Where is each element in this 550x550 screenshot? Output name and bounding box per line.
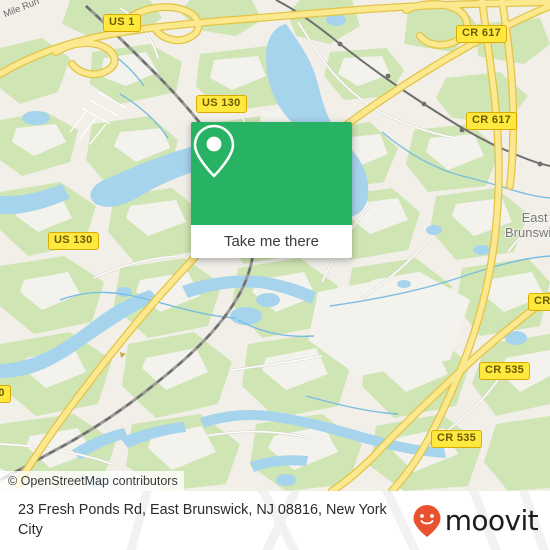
road-shield-us130-top: US 130 (196, 95, 247, 113)
road-shield-cr617-mid: CR 617 (466, 112, 518, 130)
map-screenshot: US 1 US 130 CR 617 CR 617 US 130 CR CR 5… (0, 0, 550, 550)
popup-pin-area (191, 122, 352, 225)
moovit-pin-icon (413, 505, 441, 537)
road-shield-cr-clipped-right: CR (528, 293, 550, 311)
road-shield-us130-clipped-left: 30 (0, 385, 11, 403)
map-canvas[interactable]: US 1 US 130 CR 617 CR 617 US 130 CR CR 5… (0, 0, 550, 491)
place-label-east-brunswick: East Brunswick (505, 210, 550, 240)
map-pin-icon (193, 124, 235, 178)
road-shield-cr617-top: CR 617 (456, 25, 508, 43)
road-shield-cr535-lower: CR 535 (431, 430, 483, 448)
road-shield-cr535-upper: CR 535 (479, 362, 531, 380)
take-me-there-button[interactable]: Take me there (191, 225, 352, 258)
osm-attribution[interactable]: © OpenStreetMap contributors (0, 471, 184, 491)
footer-bar: 23 Fresh Ponds Rd, East Brunswick, NJ 08… (0, 491, 550, 550)
road-shield-us1: US 1 (103, 14, 141, 32)
moovit-wordmark: moovit (444, 504, 539, 537)
road-shield-us130-left: US 130 (48, 232, 99, 250)
location-popup-card[interactable]: Take me there (191, 122, 352, 258)
moovit-logo[interactable]: moovit (412, 504, 539, 537)
take-me-there-label: Take me there (223, 233, 320, 250)
address-text: 23 Fresh Ponds Rd, East Brunswick, NJ 08… (18, 502, 387, 538)
